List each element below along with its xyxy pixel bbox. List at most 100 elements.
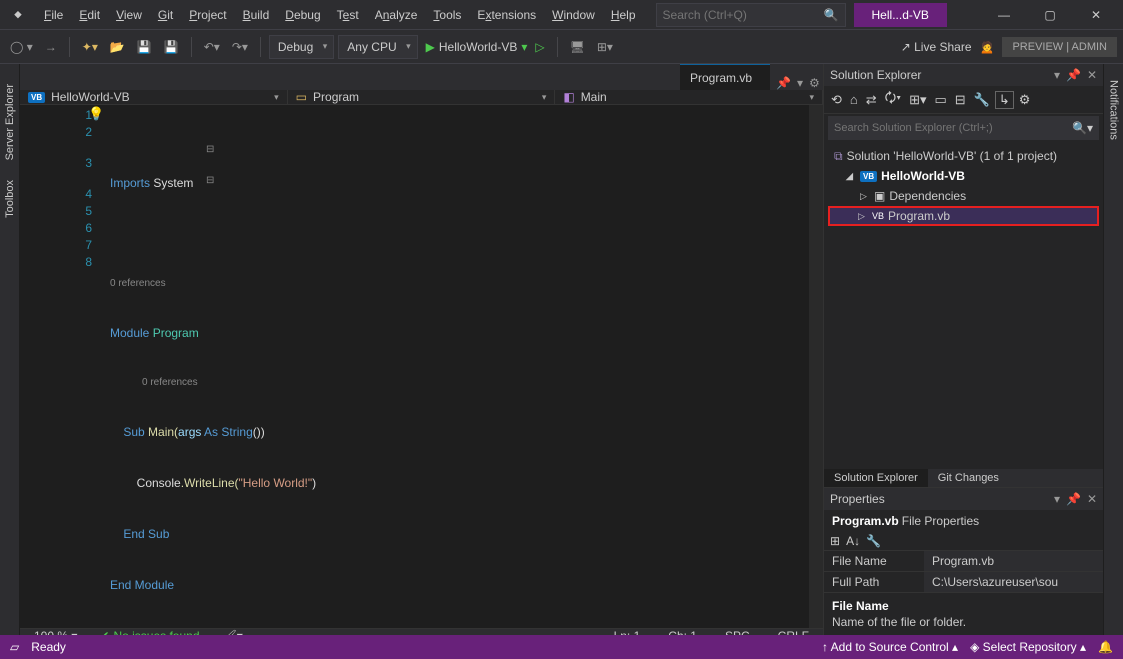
add-source-control[interactable]: ↑ Add to Source Control ▴ xyxy=(822,640,958,654)
live-share-button[interactable]: ↗ Live Share xyxy=(901,40,972,54)
tab-solution-explorer[interactable]: Solution Explorer xyxy=(824,469,928,487)
nav-project-combo[interactable]: VBHelloWorld-VB xyxy=(20,90,288,104)
menu-project[interactable]: Project xyxy=(181,4,234,26)
se-home-icon[interactable]: ⌂ xyxy=(847,90,861,109)
document-tab[interactable]: Program.vb xyxy=(680,64,770,90)
menu-help[interactable]: Help xyxy=(603,4,644,26)
config-combo[interactable]: Debug xyxy=(269,35,334,59)
expand-icon[interactable]: ◢ xyxy=(846,171,856,182)
menu-debug[interactable]: Debug xyxy=(277,4,328,26)
se-collapse-icon[interactable]: ⊟ xyxy=(952,90,969,110)
feedback-icon[interactable]: 🙍 xyxy=(980,40,995,54)
close-icon[interactable]: ✕ xyxy=(1087,68,1097,82)
se-search-box[interactable]: 🔍▾ xyxy=(828,116,1099,140)
window-menu-icon[interactable]: ▾ xyxy=(1054,68,1060,82)
menu-extensions[interactable]: Extensions xyxy=(469,4,544,26)
alphabetical-icon[interactable]: A↓ xyxy=(846,534,860,548)
categorized-icon[interactable]: ⊞ xyxy=(830,534,840,548)
close-button[interactable]: ✕ xyxy=(1073,0,1119,30)
platform-combo[interactable]: Any CPU xyxy=(338,35,417,59)
notifications-tab[interactable]: Notifications xyxy=(1106,72,1122,148)
prop-desc-title: File Name xyxy=(832,599,1095,613)
pin-icon[interactable]: 📌 xyxy=(1066,68,1081,82)
menu-build[interactable]: Build xyxy=(235,4,278,26)
expand-icon[interactable]: ▷ xyxy=(858,211,868,222)
save-button[interactable]: 💾 xyxy=(133,38,156,56)
close-icon[interactable]: ✕ xyxy=(1087,492,1097,506)
maximize-button[interactable]: ▢ xyxy=(1027,0,1073,30)
layout-button[interactable]: ⊞▾ xyxy=(593,38,617,56)
pin-icon[interactable]: 📌 xyxy=(776,76,791,90)
solution-label: Solution 'HelloWorld-VB' (1 of 1 project… xyxy=(847,149,1057,163)
run-no-debug-button[interactable]: ▷ xyxy=(531,38,548,56)
notifications-bell-icon[interactable]: 🔔 xyxy=(1098,640,1113,654)
vb-file-icon: VB xyxy=(872,211,884,221)
tab-git-changes[interactable]: Git Changes xyxy=(928,469,1009,487)
scrollbar[interactable] xyxy=(809,105,823,628)
se-preview-icon[interactable]: ↳ xyxy=(995,91,1014,109)
minimize-button[interactable]: — xyxy=(981,0,1027,30)
code-token: Console xyxy=(110,476,181,490)
se-settings-icon[interactable]: ⚙ xyxy=(1016,90,1034,110)
menu-tools[interactable]: Tools xyxy=(425,4,469,26)
solution-node[interactable]: ⧉ Solution 'HelloWorld-VB' (1 of 1 proje… xyxy=(824,146,1103,166)
nav-module-combo[interactable]: ▭ Program xyxy=(288,90,556,104)
server-explorer-tab[interactable]: Server Explorer xyxy=(2,74,18,170)
start-debug-button[interactable]: ▶ HelloWorld-VB ▾ xyxy=(426,40,528,54)
menu-git[interactable]: Git xyxy=(150,4,181,26)
forward-button[interactable]: → xyxy=(41,38,61,56)
module-icon: ▭ xyxy=(296,90,307,104)
code-token: Main( xyxy=(145,425,178,439)
search-input[interactable] xyxy=(663,8,824,22)
browser-button[interactable]: 🖥 xyxy=(566,38,589,56)
back-button[interactable]: ◯ ▾ xyxy=(6,38,37,56)
nav-method-label: Main xyxy=(581,90,607,104)
code-token: args xyxy=(178,425,201,439)
save-all-button[interactable]: 💾 xyxy=(160,38,183,56)
menu-test[interactable]: Test xyxy=(329,4,367,26)
vb-badge-icon: VB xyxy=(860,171,877,182)
project-node[interactable]: ◢ VB HelloWorld-VB xyxy=(824,166,1103,186)
prop-value[interactable]: Program.vb xyxy=(924,551,1103,571)
se-filter-icon[interactable]: ⊞▾ xyxy=(906,90,929,110)
search-box[interactable]: 🔍 xyxy=(656,3,846,27)
lightbulb-icon[interactable]: 💡 xyxy=(88,106,104,122)
codelens[interactable]: 0 references xyxy=(110,376,809,390)
se-search-input[interactable] xyxy=(834,122,1072,134)
select-repository[interactable]: ◈ Select Repository ▴ xyxy=(970,640,1086,654)
menu-view[interactable]: View xyxy=(108,4,150,26)
menu-analyze[interactable]: Analyze xyxy=(367,4,426,26)
pin-icon[interactable]: 📌 xyxy=(1066,492,1081,506)
prop-value[interactable]: C:\Users\azureuser\sou xyxy=(924,572,1103,592)
codelens[interactable]: 0 references xyxy=(110,277,809,291)
vb-badge-icon: VB xyxy=(28,92,45,103)
fold-icon[interactable]: ⊟ xyxy=(206,141,214,158)
expand-icon[interactable]: ▷ xyxy=(860,191,870,202)
toolbox-tab[interactable]: Toolbox xyxy=(2,170,18,228)
props-pages-icon[interactable]: 🔧 xyxy=(866,534,881,548)
code-editor[interactable]: 💡 1 2 3 4 5 6 7 8 ⊟ ⊟ Imports System 0 r… xyxy=(20,105,823,628)
preview-admin-badge[interactable]: PREVIEW | ADMIN xyxy=(1002,37,1117,57)
menu-file[interactable]: File xyxy=(36,4,71,26)
new-item-button[interactable]: ✦▾ xyxy=(78,38,102,56)
nav-module-label: Program xyxy=(313,90,359,104)
redo-button[interactable]: ↷▾ xyxy=(228,38,252,56)
dropdown-icon[interactable]: ▾ xyxy=(797,76,803,90)
code-token: End Sub xyxy=(110,527,169,541)
menu-window[interactable]: Window xyxy=(544,4,603,26)
file-node-selected[interactable]: ▷ VB Program.vb xyxy=(828,206,1099,226)
menu-edit[interactable]: Edit xyxy=(71,4,108,26)
se-sync-icon[interactable]: ⇄ xyxy=(863,90,880,110)
gear-icon[interactable]: ⚙ xyxy=(809,76,820,90)
se-refresh-icon[interactable]: 🗘▾ xyxy=(882,87,904,113)
open-button[interactable]: 📂 xyxy=(106,38,129,56)
se-back-icon[interactable]: ⟲ xyxy=(828,90,845,110)
solution-explorer-title: Solution Explorer xyxy=(830,68,921,82)
nav-method-combo[interactable]: ◧Main xyxy=(555,90,823,104)
window-menu-icon[interactable]: ▾ xyxy=(1054,492,1060,506)
se-properties-icon[interactable]: 🔧 xyxy=(971,90,993,110)
se-showall-icon[interactable]: ▭ xyxy=(932,90,950,110)
fold-icon[interactable]: ⊟ xyxy=(206,172,214,189)
dependencies-node[interactable]: ▷ ▣ Dependencies xyxy=(824,186,1103,206)
undo-button[interactable]: ↶▾ xyxy=(200,38,224,56)
